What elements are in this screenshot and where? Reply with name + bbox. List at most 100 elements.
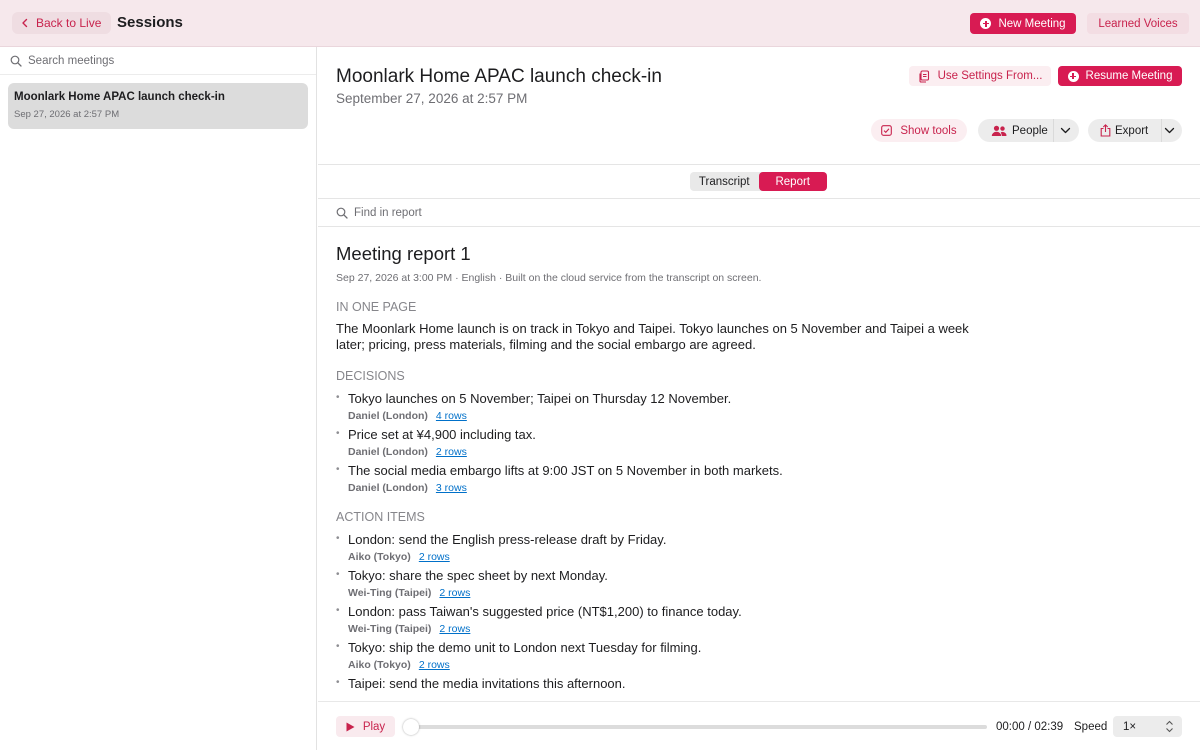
attribution: Daniel (London) 2 rows	[348, 446, 986, 458]
use-settings-label: Use Settings From...	[937, 70, 1043, 82]
back-to-live-button[interactable]: Back to Live	[12, 12, 112, 34]
new-meeting-button[interactable]: New Meeting	[970, 13, 1076, 34]
action-text: Tokyo: ship the demo unit to London next…	[348, 640, 702, 655]
people-label: People	[1012, 124, 1048, 137]
attribution: Wei-Ting (Taipei) 2 rows	[348, 623, 986, 635]
decision-text: Tokyo launches on 5 November; Taipei on …	[348, 391, 732, 406]
playback-scrubber[interactable]	[403, 719, 419, 735]
rows-link[interactable]: 2 rows	[419, 659, 450, 671]
speed-label: Speed	[1074, 721, 1108, 733]
tools-checkbox-icon	[881, 125, 893, 136]
divider	[1053, 119, 1054, 142]
export-button[interactable]: Export	[1088, 119, 1182, 142]
people-button[interactable]: People	[978, 119, 1079, 142]
action-item: London: pass Taiwan's suggested price (N…	[336, 604, 986, 635]
divider	[318, 198, 1200, 199]
people-icon	[991, 125, 1007, 136]
meeting-date: September 27, 2026 at 2:57 PM	[336, 91, 528, 106]
rows-link[interactable]: 4 rows	[436, 410, 467, 422]
search-bar	[0, 47, 316, 75]
decision-item: Price set at ¥4,900 including tax. Danie…	[336, 427, 986, 458]
session-title: Moonlark Home APAC launch check-in	[14, 91, 225, 103]
action-text: London: send the English press-release d…	[348, 532, 667, 547]
report-title: Meeting report 1	[336, 243, 471, 264]
tab-transcript[interactable]: Transcript	[690, 172, 759, 191]
show-tools-label: Show tools	[900, 124, 957, 137]
play-icon	[346, 722, 355, 731]
speaker-name: Aiko (Tokyo)	[348, 659, 411, 671]
meeting-title: Moonlark Home APAC launch check-in	[336, 66, 662, 87]
section-heading-decisions: DECISIONS	[336, 369, 405, 383]
session-date: Sep 27, 2026 at 2:57 PM	[14, 109, 120, 120]
attribution: Daniel (London) 3 rows	[348, 482, 986, 494]
export-label: Export	[1115, 124, 1149, 137]
playback-time: 00:00 / 02:39	[996, 721, 1064, 733]
decision-item: Tokyo launches on 5 November; Taipei on …	[336, 391, 986, 422]
chevron-left-icon	[22, 18, 28, 28]
attribution: Aiko (Tokyo) 2 rows	[348, 659, 986, 671]
report-meta: Sep 27, 2026 at 3:00 PM · English · Buil…	[336, 272, 762, 284]
play-label: Play	[362, 720, 386, 733]
learned-voices-button[interactable]: Learned Voices	[1087, 13, 1189, 34]
attribution: Daniel (London) 4 rows	[348, 410, 986, 422]
search-meetings-input[interactable]	[28, 54, 288, 67]
main-panel: Moonlark Home APAC launch check-in Septe…	[318, 47, 1200, 750]
chevron-down-icon[interactable]	[1164, 126, 1175, 135]
rows-link[interactable]: 2 rows	[436, 446, 467, 458]
attribution: Wei-Ting (Taipei) 2 rows	[348, 587, 986, 599]
section-heading-one-page: IN ONE PAGE	[336, 300, 417, 314]
speaker-name: Daniel (London)	[348, 482, 428, 494]
share-icon	[1100, 124, 1111, 137]
rows-link[interactable]: 2 rows	[419, 551, 450, 563]
back-to-live-label: Back to Live	[36, 16, 102, 30]
action-text: Tokyo: share the spec sheet by next Mond…	[348, 568, 608, 583]
chevron-down-icon[interactable]	[1060, 126, 1071, 135]
section-heading-action-items: ACTION ITEMS	[336, 510, 425, 524]
speaker-name: Aiko (Tokyo)	[348, 551, 411, 563]
rows-link[interactable]: 2 rows	[439, 623, 470, 635]
rows-link[interactable]: 3 rows	[436, 482, 467, 494]
speed-value: 1×	[1123, 720, 1137, 733]
decision-text: The social media embargo lifts at 9:00 J…	[348, 463, 783, 478]
action-text: Taipei: send the media invitations this …	[348, 676, 626, 691]
sidebar: Moonlark Home APAC launch check-in Sep 2…	[0, 47, 317, 750]
playback-track[interactable]	[409, 725, 987, 729]
action-item: Tokyo: ship the demo unit to London next…	[336, 640, 986, 671]
resume-meeting-button[interactable]: Resume Meeting	[1058, 66, 1182, 86]
action-items-list: London: send the English press-release d…	[336, 532, 986, 692]
speed-select[interactable]: 1×	[1113, 716, 1182, 737]
action-item: Tokyo: share the spec sheet by next Mond…	[336, 568, 986, 599]
speaker-name: Wei-Ting (Taipei)	[348, 623, 432, 635]
tab-report[interactable]: Report	[758, 172, 827, 191]
search-icon	[336, 207, 348, 219]
play-button[interactable]: Play	[336, 716, 395, 737]
decision-text: Price set at ¥4,900 including tax.	[348, 427, 536, 442]
rows-link[interactable]: 2 rows	[439, 587, 470, 599]
divider	[318, 164, 1200, 165]
use-settings-from-button[interactable]: Use Settings From...	[909, 66, 1051, 86]
sessions-title: Sessions	[117, 14, 183, 31]
up-down-chevron-icon	[1166, 720, 1173, 733]
show-tools-button[interactable]: Show tools	[871, 119, 967, 142]
new-meeting-label: New Meeting	[998, 17, 1066, 30]
speaker-name: Daniel (London)	[348, 446, 428, 458]
find-bar	[336, 204, 654, 222]
learned-voices-label: Learned Voices	[1098, 17, 1178, 30]
plus-circle-icon	[1067, 70, 1079, 82]
action-item: London: send the English press-release d…	[336, 532, 986, 563]
search-icon	[10, 55, 22, 67]
session-list-item[interactable]: Moonlark Home APAC launch check-in Sep 2…	[8, 83, 308, 129]
find-in-report-input[interactable]	[354, 207, 654, 219]
top-bar: Back to Live Sessions New Meeting Learne…	[0, 0, 1200, 47]
action-item: Taipei: send the media invitations this …	[336, 676, 986, 692]
speaker-name: Daniel (London)	[348, 410, 428, 422]
divider	[1161, 119, 1162, 142]
document-copy-icon	[919, 69, 929, 83]
plus-circle-icon	[980, 18, 992, 29]
decision-item: The social media embargo lifts at 9:00 J…	[336, 463, 986, 494]
audio-player: Play 00:00 / 02:39 Speed 1×	[318, 701, 1200, 750]
decisions-list: Tokyo launches on 5 November; Taipei on …	[336, 391, 986, 494]
action-text: London: pass Taiwan's suggested price (N…	[348, 604, 742, 619]
attribution: Aiko (Tokyo) 2 rows	[348, 551, 986, 563]
report-content: Meeting report 1 Sep 27, 2026 at 3:00 PM…	[336, 243, 986, 701]
